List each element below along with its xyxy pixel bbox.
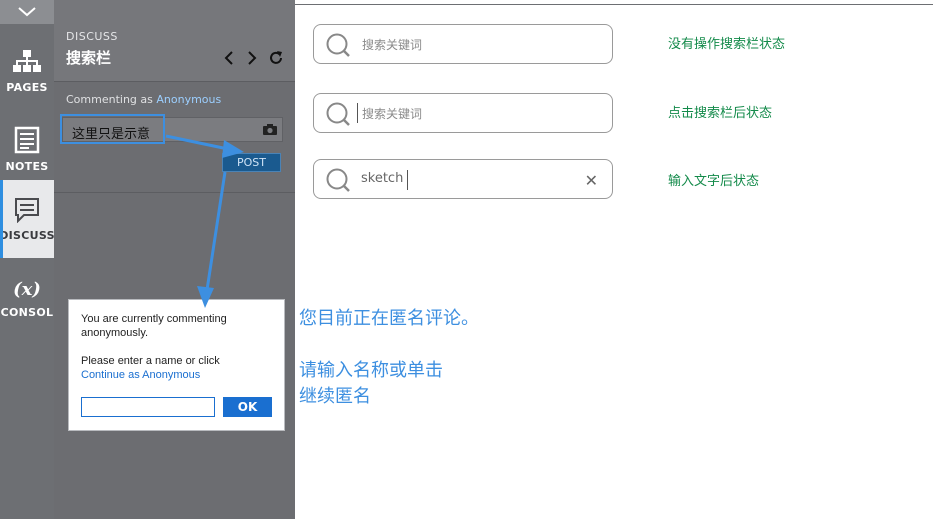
fx-icon: (x)	[13, 279, 41, 300]
dialog-line-2: anonymously.	[81, 327, 149, 339]
rail-item-console[interactable]: (x) CONSOL	[0, 260, 54, 338]
chevron-left-icon	[224, 51, 233, 65]
note-line-3: 继续匿名	[299, 386, 371, 407]
post-button[interactable]: POST	[222, 153, 281, 172]
commenting-user-link[interactable]: Anonymous	[156, 93, 221, 106]
state-label-typed: 输入文字后状态	[668, 174, 760, 189]
commenting-prefix: Commenting as	[66, 93, 153, 106]
active-indicator	[0, 180, 3, 258]
note-line-2: 请输入名称或单击	[299, 360, 443, 381]
chevron-down-icon	[18, 7, 36, 17]
search-icon	[326, 33, 350, 57]
chevron-right-icon	[248, 51, 257, 65]
continue-anonymous-link[interactable]: Continue as Anonymous	[81, 369, 200, 381]
clear-icon[interactable]: ✕	[585, 171, 598, 190]
panel-kicker: DISCUSS	[66, 30, 118, 43]
search-icon	[326, 102, 350, 126]
comment-icon	[15, 197, 39, 223]
search-icon	[326, 168, 350, 192]
next-button[interactable]	[243, 49, 261, 67]
rail-item-discuss[interactable]: DISCUSS	[0, 180, 55, 258]
name-input[interactable]	[81, 397, 215, 417]
search-bar-default[interactable]: 搜索关键词	[313, 24, 613, 64]
search-placeholder: 搜索关键词	[362, 38, 423, 52]
left-rail: PAGES NOTES DISCUSS (x) CONSOL	[0, 0, 55, 519]
camera-icon[interactable]	[262, 123, 278, 136]
rail-item-pages[interactable]: PAGES	[0, 32, 54, 110]
state-label-default: 没有操作搜索栏状态	[668, 37, 786, 52]
state-label-focused: 点击搜索栏后状态	[668, 106, 773, 121]
anonymous-dialog: You are currently commenting anonymously…	[68, 299, 285, 431]
dialog-line-3: Please enter a name or click	[81, 355, 220, 367]
rail-label-console: CONSOL	[0, 306, 54, 319]
highlight-box	[60, 114, 165, 144]
search-bar-typed[interactable]: sketch ✕	[313, 159, 613, 199]
text-caret	[357, 103, 358, 123]
sitemap-icon	[13, 49, 41, 72]
refresh-icon	[270, 51, 282, 64]
rail-label-pages: PAGES	[6, 80, 48, 94]
panel-header: DISCUSS 搜索栏	[54, 0, 295, 82]
prev-button[interactable]	[220, 49, 238, 67]
page-title: 搜索栏	[66, 49, 112, 67]
panel-divider	[54, 192, 295, 193]
notes-icon	[14, 126, 40, 153]
commenting-as: Commenting as Anonymous	[66, 93, 221, 106]
refresh-button[interactable]	[267, 49, 285, 67]
top-border	[295, 4, 933, 5]
rail-label-discuss: DISCUSS	[0, 228, 55, 242]
rail-label-notes: NOTES	[5, 159, 49, 173]
dialog-line-1: You are currently commenting	[81, 313, 227, 325]
text-caret	[407, 170, 408, 190]
search-placeholder: 搜索关键词	[362, 107, 423, 121]
collapse-toggle[interactable]	[0, 0, 54, 24]
search-bar-focused[interactable]: 搜索关键词	[313, 93, 613, 133]
search-value: sketch	[361, 171, 404, 186]
note-line-1: 您目前正在匿名评论。	[299, 308, 479, 329]
discuss-panel: DISCUSS 搜索栏 Commenting as Anonymous 这里只是…	[54, 0, 295, 519]
rail-item-notes[interactable]: NOTES	[0, 110, 54, 188]
ok-button[interactable]: OK	[223, 397, 272, 417]
